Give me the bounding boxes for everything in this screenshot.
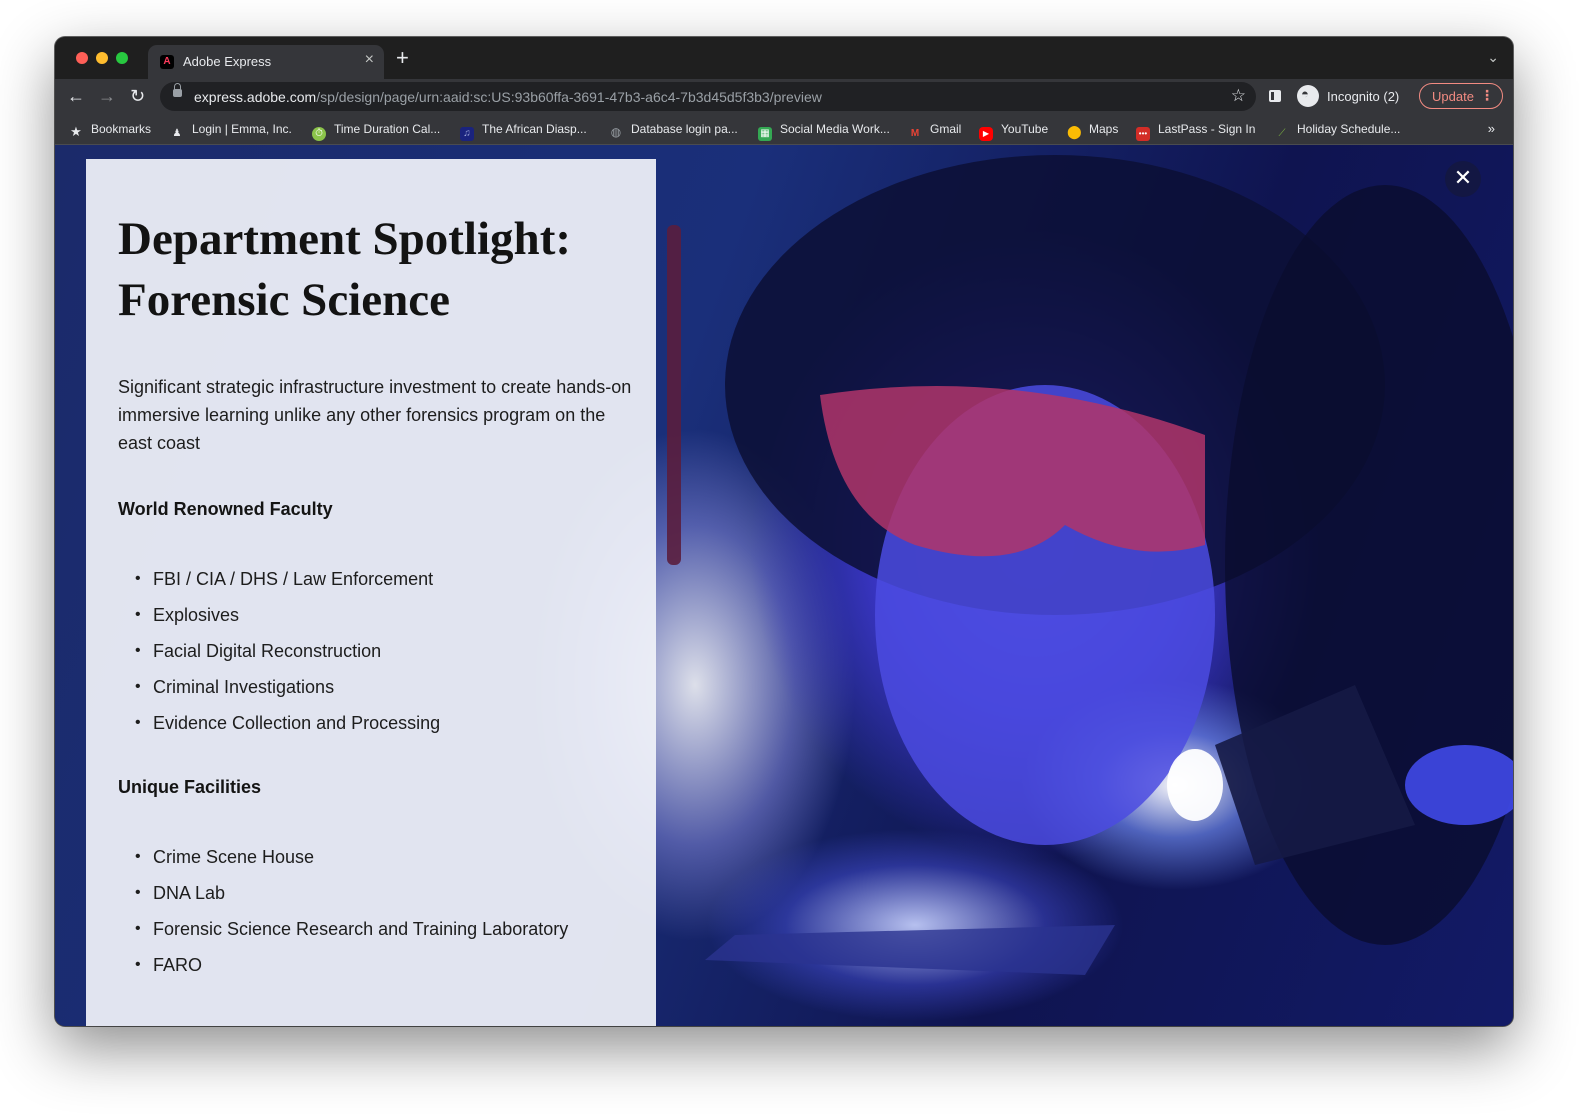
minimize-window-button[interactable]	[96, 52, 108, 64]
update-button[interactable]: Update ⋮	[1419, 83, 1503, 109]
list-item: Evidence Collection and Processing	[118, 713, 440, 733]
lastpass-icon: •••	[1136, 127, 1150, 141]
forward-arrow-icon[interactable]: →	[98, 86, 116, 106]
bookmark-item[interactable]: ⏱ Time Duration Cal...	[312, 122, 440, 141]
list-item: DNA Lab	[118, 883, 568, 903]
bookmark-item[interactable]: ◍ Database login pa...	[609, 122, 738, 139]
clock-icon: ⏱	[312, 127, 326, 141]
facilities-heading: Unique Facilities	[118, 777, 262, 797]
close-window-button[interactable]	[76, 52, 88, 64]
browser-window: A Adobe Express × + ⌄ ← → ↻ express.adob…	[55, 37, 1513, 1026]
new-tab-icon[interactable]: +	[396, 47, 409, 69]
url-text[interactable]: express.adobe.com/sp/design/page/urn:aai…	[194, 89, 822, 105]
bookmark-item[interactable]: ▶ YouTube	[979, 122, 1048, 141]
list-item: Criminal Investigations	[118, 677, 440, 697]
more-bookmarks-icon[interactable]: »	[1488, 121, 1495, 136]
map-pin-icon: ⬤	[1067, 124, 1082, 139]
incognito-icon[interactable]	[1297, 85, 1319, 107]
address-bar[interactable]: express.adobe.com/sp/design/page/urn:aai…	[160, 82, 1256, 111]
gmail-icon: M	[910, 128, 920, 139]
spotlight-card: Department Spotlight: Forensic Science S…	[86, 159, 656, 1026]
intro-paragraph: Significant strategic infrastructure inv…	[118, 377, 632, 453]
lock-icon[interactable]	[173, 83, 182, 97]
bookmark-item[interactable]: ⟋ Holiday Schedule...	[1275, 122, 1401, 141]
list-item: Explosives	[118, 605, 440, 625]
star-icon: ★	[70, 124, 82, 139]
zoom-window-button[interactable]	[116, 52, 128, 64]
faculty-heading: World Renowned Faculty	[118, 499, 333, 519]
tab-strip: A Adobe Express × + ⌄	[55, 37, 1513, 79]
design-preview: ✕ Department Spotlight: Forensic Science…	[55, 145, 1513, 1026]
close-tab-icon[interactable]: ×	[365, 51, 374, 69]
leaf-icon: ⟋	[1278, 128, 1286, 139]
globe-icon: ◍	[610, 125, 622, 139]
back-arrow-icon[interactable]: ←	[67, 86, 85, 106]
adobe-express-icon: A	[160, 55, 174, 69]
music-icon: ♫	[460, 127, 474, 141]
tab-title: Adobe Express	[183, 54, 272, 69]
person-icon: ♟	[172, 128, 182, 139]
bookmark-star-icon[interactable]: ☆	[1231, 86, 1246, 106]
bookmarks-bar: ★ Bookmarks ♟ Login | Emma, Inc. ⏱ Time Dur…	[55, 115, 1513, 145]
bookmark-item[interactable]: ▦ Social Media Work...	[758, 122, 890, 141]
tab-adobe-express[interactable]: A Adobe Express ×	[148, 45, 384, 79]
list-item: Facial Digital Reconstruction	[118, 641, 440, 661]
close-preview-button[interactable]: ✕	[1445, 161, 1481, 197]
list-item: Forensic Science Research and Training L…	[118, 919, 568, 939]
more-vert-icon: ⋮	[1480, 87, 1494, 103]
facilities-list: Crime Scene House DNA Lab Forensic Scien…	[118, 847, 568, 991]
chevron-down-icon[interactable]: ⌄	[1487, 49, 1499, 66]
bookmark-item[interactable]: ⬤ Maps	[1067, 122, 1118, 139]
bookmark-item[interactable]: ♟ Login | Emma, Inc.	[170, 122, 292, 141]
sheets-icon: ▦	[758, 127, 772, 141]
browser-toolbar: ← → ↻ express.adobe.com/sp/design/page/u…	[55, 79, 1513, 115]
bookmark-item[interactable]: ••• LastPass - Sign In	[1136, 122, 1255, 141]
youtube-icon: ▶	[979, 127, 993, 141]
incognito-label[interactable]: Incognito (2)	[1327, 89, 1399, 104]
faculty-list: FBI / CIA / DHS / Law Enforcement Explos…	[118, 569, 440, 749]
bookmark-item[interactable]: ♫ The African Diasp...	[460, 122, 587, 141]
page-title: Department Spotlight: Forensic Science	[118, 213, 571, 326]
reload-icon[interactable]: ↻	[130, 86, 145, 106]
bookmark-item[interactable]: M Gmail	[908, 122, 962, 141]
list-item: FBI / CIA / DHS / Law Enforcement	[118, 569, 440, 589]
list-item: FARO	[118, 955, 568, 975]
bookmark-item[interactable]: ★ Bookmarks	[69, 122, 151, 139]
list-item: Crime Scene House	[118, 847, 568, 867]
side-panel-icon[interactable]	[1269, 90, 1281, 102]
